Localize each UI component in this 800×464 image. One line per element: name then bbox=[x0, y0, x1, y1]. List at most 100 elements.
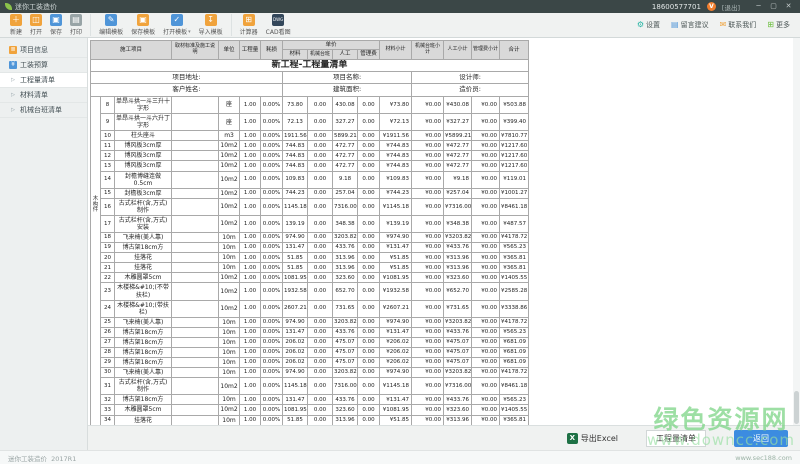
table-cell[interactable]: 0.00 bbox=[308, 161, 333, 171]
table-cell[interactable]: ¥472.77 bbox=[444, 141, 472, 151]
table-cell[interactable]: ¥1405.55 bbox=[500, 273, 529, 283]
table-cell[interactable]: 木雕圆罩5cm bbox=[115, 273, 172, 283]
table-cell[interactable]: 木楼梯&#10;(带扶栏) bbox=[115, 300, 172, 317]
table-cell[interactable]: 单昂斗拱一斗三升十字形 bbox=[115, 96, 172, 113]
table-cell[interactable] bbox=[172, 327, 219, 337]
table-cell[interactable]: ¥0.00 bbox=[472, 131, 500, 141]
field-estimator[interactable]: 造价员: bbox=[412, 84, 529, 97]
table-cell[interactable]: 0.00 bbox=[308, 273, 333, 283]
table-cell[interactable] bbox=[172, 273, 219, 283]
table-cell[interactable] bbox=[172, 243, 219, 253]
table-cell[interactable]: ¥0.00 bbox=[412, 96, 444, 113]
table-cell[interactable] bbox=[172, 395, 219, 405]
contact-us-link[interactable]: ✉联系我们 bbox=[720, 20, 757, 30]
table-cell[interactable]: 0.00 bbox=[308, 283, 333, 300]
table-cell[interactable]: 206.02 bbox=[283, 337, 308, 347]
table-cell[interactable]: ¥131.47 bbox=[380, 327, 412, 337]
table-cell[interactable]: 25 bbox=[101, 317, 115, 327]
table-cell[interactable]: 木雕圆罩5cm bbox=[115, 405, 172, 415]
table-cell[interactable]: 0.00% bbox=[261, 273, 283, 283]
table-cell[interactable]: 26 bbox=[101, 327, 115, 337]
table-cell[interactable]: 0.00 bbox=[358, 161, 380, 171]
table-cell[interactable]: 0.00 bbox=[358, 337, 380, 347]
table-cell[interactable]: ¥433.76 bbox=[444, 395, 472, 405]
table-cell[interactable]: 20 bbox=[101, 253, 115, 263]
table-cell[interactable]: 974.90 bbox=[283, 368, 308, 378]
table-cell[interactable]: 472.77 bbox=[333, 141, 358, 151]
table-cell[interactable]: 12 bbox=[101, 151, 115, 161]
table-cell[interactable]: ¥131.47 bbox=[380, 243, 412, 253]
table-cell[interactable]: 0.00% bbox=[261, 348, 283, 358]
table-cell[interactable]: ¥652.70 bbox=[444, 283, 472, 300]
table-cell[interactable]: 10m bbox=[219, 395, 240, 405]
table-cell[interactable]: ¥744.23 bbox=[380, 188, 412, 198]
table-cell[interactable]: 0.00% bbox=[261, 378, 283, 395]
table-cell[interactable]: 0.00 bbox=[358, 317, 380, 327]
table-cell[interactable] bbox=[172, 131, 219, 141]
table-cell[interactable]: ¥0.00 bbox=[412, 161, 444, 171]
table-cell[interactable]: 飞来椅(美人靠) bbox=[115, 368, 172, 378]
table-cell[interactable]: 10m bbox=[219, 337, 240, 347]
table-cell[interactable]: 古式栏杆(含,万式)制作 bbox=[115, 378, 172, 395]
table-cell[interactable]: ¥0.00 bbox=[412, 253, 444, 263]
table-cell[interactable]: ¥51.85 bbox=[380, 253, 412, 263]
table-cell[interactable]: ¥565.23 bbox=[500, 327, 529, 337]
table-cell[interactable]: 10m2 bbox=[219, 378, 240, 395]
table-cell[interactable]: ¥4178.72 bbox=[500, 368, 529, 378]
table-cell[interactable]: 1.00 bbox=[240, 215, 261, 232]
table-cell[interactable]: ¥472.77 bbox=[444, 161, 472, 171]
table-cell[interactable]: ¥2585.28 bbox=[500, 283, 529, 300]
table-cell[interactable]: 1081.95 bbox=[283, 273, 308, 283]
table-cell[interactable]: ¥0.00 bbox=[472, 378, 500, 395]
table-cell[interactable]: 10m bbox=[219, 327, 240, 337]
table-cell[interactable]: ¥0.00 bbox=[472, 151, 500, 161]
table-cell[interactable]: ¥0.00 bbox=[412, 171, 444, 188]
table-cell[interactable]: 1.00 bbox=[240, 96, 261, 113]
table-cell[interactable]: 974.90 bbox=[283, 317, 308, 327]
table-cell[interactable]: 433.76 bbox=[333, 243, 358, 253]
table-cell[interactable]: 10m bbox=[219, 368, 240, 378]
table-cell[interactable]: 挂落花 bbox=[115, 263, 172, 273]
table-cell[interactable]: 10m2 bbox=[219, 405, 240, 415]
table-cell[interactable]: ¥0.00 bbox=[472, 300, 500, 317]
table-cell[interactable]: 0.00 bbox=[308, 131, 333, 141]
table-cell[interactable]: ¥0.00 bbox=[472, 327, 500, 337]
table-cell[interactable]: 博古架18cm方 bbox=[115, 358, 172, 368]
table-cell[interactable]: ¥0.00 bbox=[412, 233, 444, 243]
table-cell[interactable] bbox=[172, 358, 219, 368]
table-cell[interactable]: 7316.00 bbox=[333, 378, 358, 395]
table-cell[interactable]: 1.00 bbox=[240, 358, 261, 368]
table-cell[interactable]: ¥0.00 bbox=[472, 273, 500, 283]
table-cell[interactable]: 0.00% bbox=[261, 198, 283, 215]
table-cell[interactable]: 0.00 bbox=[358, 96, 380, 113]
table-cell[interactable]: ¥0.00 bbox=[472, 253, 500, 263]
table-cell[interactable]: ¥744.83 bbox=[380, 151, 412, 161]
table-cell[interactable]: 0.00% bbox=[261, 263, 283, 273]
table-cell[interactable]: 323.60 bbox=[333, 405, 358, 415]
table-cell[interactable]: 3203.82 bbox=[333, 233, 358, 243]
table-cell[interactable]: ¥974.90 bbox=[380, 368, 412, 378]
table-cell[interactable]: ¥0.00 bbox=[472, 368, 500, 378]
sidebar-item-machine-shift-list[interactable]: ▷机械台班清单 bbox=[0, 103, 87, 118]
table-cell[interactable]: ¥974.90 bbox=[380, 317, 412, 327]
table-cell[interactable]: 0.00 bbox=[308, 96, 333, 113]
table-cell[interactable]: 1145.18 bbox=[283, 198, 308, 215]
table-cell[interactable]: 51.85 bbox=[283, 253, 308, 263]
table-cell[interactable]: ¥257.04 bbox=[444, 188, 472, 198]
close-icon[interactable]: ✕ bbox=[782, 1, 795, 12]
minimize-icon[interactable]: ─ bbox=[752, 1, 765, 12]
logout-link[interactable]: [退出] bbox=[722, 2, 740, 12]
table-cell[interactable]: ¥0.00 bbox=[472, 415, 500, 425]
table-cell[interactable]: 座 bbox=[219, 96, 240, 113]
field-building-area[interactable]: 建筑面积: bbox=[283, 84, 412, 97]
table-cell[interactable]: ¥348.38 bbox=[444, 215, 472, 232]
table-cell[interactable]: 17 bbox=[101, 215, 115, 232]
table-cell[interactable]: ¥0.00 bbox=[412, 415, 444, 425]
table-cell[interactable]: ¥0.00 bbox=[472, 348, 500, 358]
table-cell[interactable]: ¥4178.72 bbox=[500, 233, 529, 243]
table-cell[interactable]: ¥475.07 bbox=[444, 358, 472, 368]
table-cell[interactable]: ¥1217.60 bbox=[500, 161, 529, 171]
table-cell[interactable]: ¥0.00 bbox=[412, 188, 444, 198]
table-cell[interactable]: ¥475.07 bbox=[444, 348, 472, 358]
table-cell[interactable]: 0.00 bbox=[358, 141, 380, 151]
